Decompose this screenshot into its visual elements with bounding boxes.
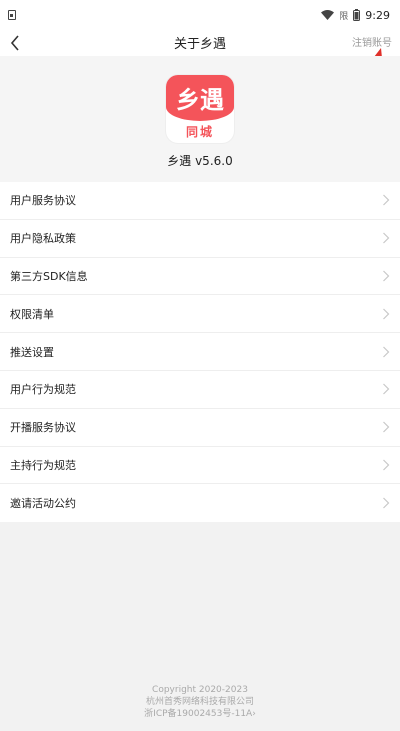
about-section: 乡遇 同城 乡遇 v5.6.0: [0, 56, 400, 182]
chevron-right-icon: [383, 270, 390, 282]
app-version: 乡遇 v5.6.0: [167, 154, 233, 168]
menu-list: 用户服务协议 用户隐私政策 第三方SDK信息 权限清单 推送设置 用户行为规范 …: [0, 182, 400, 523]
menu-item-label: 邀请活动公约: [10, 497, 76, 511]
logo-sub-text: 同城: [185, 125, 214, 139]
status-left: [8, 10, 16, 20]
header-bar: 关于乡遇 注销账号: [0, 30, 400, 56]
menu-item-label: 用户行为规范: [10, 383, 76, 397]
menu-item-permission-list[interactable]: 权限清单: [0, 295, 400, 334]
status-time: 9:29: [365, 8, 390, 22]
footer: Copyright 2020-2023 杭州首秀网络科技有限公司 浙ICP备19…: [0, 684, 400, 720]
menu-item-label: 用户隐私政策: [10, 232, 76, 246]
menu-item-user-conduct[interactable]: 用户行为规范: [0, 371, 400, 409]
menu-item-label: 用户服务协议: [10, 194, 76, 208]
sim-card-icon: [8, 10, 16, 20]
chevron-right-icon: [383, 497, 390, 509]
chevron-right-small-icon: ›: [252, 709, 256, 719]
chevron-right-icon: [383, 308, 390, 320]
signal-label: 限: [339, 11, 349, 22]
app-logo: 乡遇 同城: [166, 75, 234, 143]
copyright-text: Copyright 2020-2023: [152, 685, 248, 695]
company-name: 杭州首秀网络科技有限公司: [145, 697, 254, 707]
battery-icon: [353, 9, 361, 21]
menu-item-third-party-sdk[interactable]: 第三方SDK信息: [0, 258, 400, 296]
menu-item-broadcast-agreement[interactable]: 开播服务协议: [0, 409, 400, 447]
menu-item-label: 第三方SDK信息: [10, 269, 88, 283]
chevron-right-icon: [383, 421, 390, 433]
wifi-icon: [321, 10, 335, 20]
menu-item-label: 开播服务协议: [10, 421, 76, 435]
status-bar: 限 9:29: [0, 0, 400, 30]
menu-item-label: 推送设置: [10, 345, 54, 359]
menu-item-invite-activity-rules[interactable]: 邀请活动公约: [0, 484, 400, 522]
chevron-right-icon: [383, 194, 390, 206]
menu-item-host-conduct[interactable]: 主持行为规范: [0, 447, 400, 485]
page-title: 关于乡遇: [173, 37, 226, 52]
chevron-right-icon: [383, 459, 390, 471]
chevron-right-icon: [383, 232, 390, 244]
menu-item-privacy-policy[interactable]: 用户隐私政策: [0, 220, 400, 258]
icp-number: 浙ICP备19002453号-11A: [144, 709, 253, 719]
status-right: 限 9:29: [321, 9, 390, 22]
chevron-right-icon: [383, 346, 390, 358]
deregister-account-link[interactable]: 注销账号: [352, 34, 392, 49]
icp-link[interactable]: 浙ICP备19002453号-11A›: [0, 708, 400, 720]
logo-main-text: 乡遇: [176, 86, 224, 114]
menu-item-user-service-agreement[interactable]: 用户服务协议: [0, 182, 400, 220]
menu-item-label: 主持行为规范: [10, 458, 76, 472]
chevron-right-icon: [383, 383, 390, 395]
menu-item-label: 权限清单: [10, 307, 54, 321]
menu-item-push-settings[interactable]: 推送设置: [0, 333, 400, 371]
